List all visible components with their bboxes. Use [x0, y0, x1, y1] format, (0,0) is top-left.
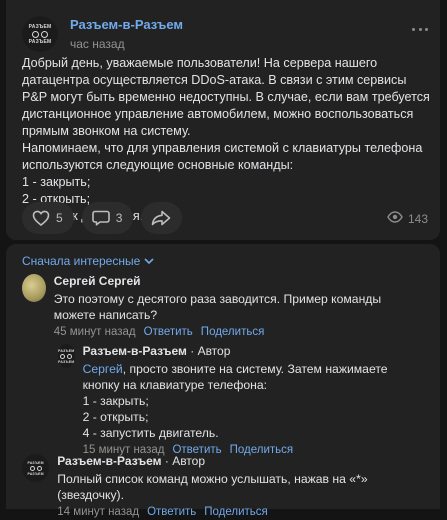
comment-author[interactable]: Сергей Сергей — [54, 274, 422, 289]
reply-button[interactable]: Ответить — [147, 505, 196, 520]
comment-text: Полный список команд можно услышать, наж… — [57, 472, 368, 502]
chevron-down-icon — [144, 254, 154, 268]
post-text: Добрый день, уважаемые пользователи! На … — [22, 55, 432, 225]
heart-icon — [32, 210, 50, 226]
comment-item: РАЗЪЕМ РАЗЪЕМ Разъем-в-Разъем · Автор По… — [22, 454, 427, 520]
comment-count: 3 — [115, 211, 123, 225]
logo-plug-icon — [32, 30, 48, 38]
comment-author[interactable]: Разъем-в-Разъем · Автор — [57, 454, 427, 469]
post-time[interactable]: час назад — [70, 36, 183, 52]
comment-text: Сергей, просто звоните на систему. Затем… — [83, 361, 423, 393]
community-avatar[interactable]: РАЗЪЕМ РАЗЪЕМ — [22, 454, 50, 482]
logo-text-top: РАЗЪЕМ — [27, 460, 44, 465]
like-count: 5 — [56, 211, 63, 225]
logo-text-bottom: РАЗЪЕМ — [58, 359, 75, 364]
more-icon[interactable] — [412, 28, 428, 32]
sort-label: Сначала интересные — [22, 254, 141, 268]
community-avatar[interactable]: РАЗЪЕМ РАЗЪЕМ — [58, 344, 75, 368]
post-header: РАЗЪЕМ РАЗЪЕМ Разъем-в-Разъем час назад — [22, 14, 183, 54]
author-role: · Автор — [161, 454, 206, 468]
comment-button[interactable]: 3 — [81, 202, 134, 234]
community-avatar[interactable]: РАЗЪЕМ РАЗЪЕМ — [22, 16, 58, 52]
views-counter: 143 — [387, 211, 428, 226]
comment-meta: 45 минут назад Ответить Поделиться — [54, 325, 422, 340]
share-button[interactable] — [141, 202, 183, 234]
avatar[interactable] — [22, 274, 46, 302]
author-name[interactable]: Разъем-в-Разъем — [57, 454, 161, 468]
post-author-link[interactable]: Разъем-в-Разъем — [70, 17, 183, 33]
author-role: · Автор — [186, 344, 231, 358]
comment-text-line: 4 - запустить двигатель. — [82, 426, 219, 440]
eye-icon — [387, 211, 403, 226]
comment-meta: 14 минут назад Ответить Поделиться — [57, 505, 427, 520]
comments-section: Сначала интересные Сергей Сергей Это поэ… — [6, 244, 440, 518]
post-command-line: 1 - закрыть; — [22, 175, 91, 189]
comment-text-first: , просто звоните на систему. Затем нажим… — [82, 362, 388, 392]
logo-text-top: РАЗЪЕМ — [58, 348, 75, 353]
share-comment-button[interactable]: Поделиться — [201, 325, 265, 340]
comment-author[interactable]: Разъем-в-Разъем · Автор — [83, 344, 423, 359]
comment-text-line: 1 - закрыть; — [82, 394, 149, 408]
post-card: РАЗЪЕМ РАЗЪЕМ Разъем-в-Разъем час назад … — [6, 0, 440, 240]
logo-text-bottom: РАЗЪЕМ — [28, 38, 52, 45]
post-paragraph: Добрый день, уважаемые пользователи! На … — [22, 56, 430, 138]
comment-text-line: 2 - открыть; — [82, 410, 149, 424]
views-count: 143 — [407, 211, 428, 226]
comment-time[interactable]: 14 минут назад — [57, 505, 139, 520]
logo-plug-icon — [29, 465, 42, 471]
share-icon — [151, 210, 171, 226]
comment-item: Сергей Сергей Это поэтому с десятого раз… — [22, 274, 422, 340]
reply-button[interactable]: Ответить — [144, 325, 193, 340]
comments-sort-dropdown[interactable]: Сначала интересные — [22, 254, 154, 268]
comment-icon — [91, 210, 110, 226]
mention-link[interactable]: Сергей — [83, 362, 123, 376]
post-actions: 5 3 — [22, 202, 183, 234]
like-button[interactable]: 5 — [22, 202, 74, 234]
logo-text-top: РАЗЪЕМ — [28, 23, 52, 30]
author-name[interactable]: Разъем-в-Разъем — [83, 344, 187, 358]
share-comment-button[interactable]: Поделиться — [204, 505, 268, 520]
comment-time[interactable]: 45 минут назад — [54, 325, 136, 340]
post-paragraph: Напоминаем, что для управления системой … — [22, 141, 423, 172]
comment-text: Это поэтому с десятого раза заводится. П… — [53, 292, 382, 322]
logo-plug-icon — [60, 353, 73, 359]
logo-text-bottom: РАЗЪЕМ — [27, 471, 44, 476]
comment-reply-item: РАЗЪЕМ РАЗЪЕМ Разъем-в-Разъем · Автор Се… — [58, 344, 423, 458]
